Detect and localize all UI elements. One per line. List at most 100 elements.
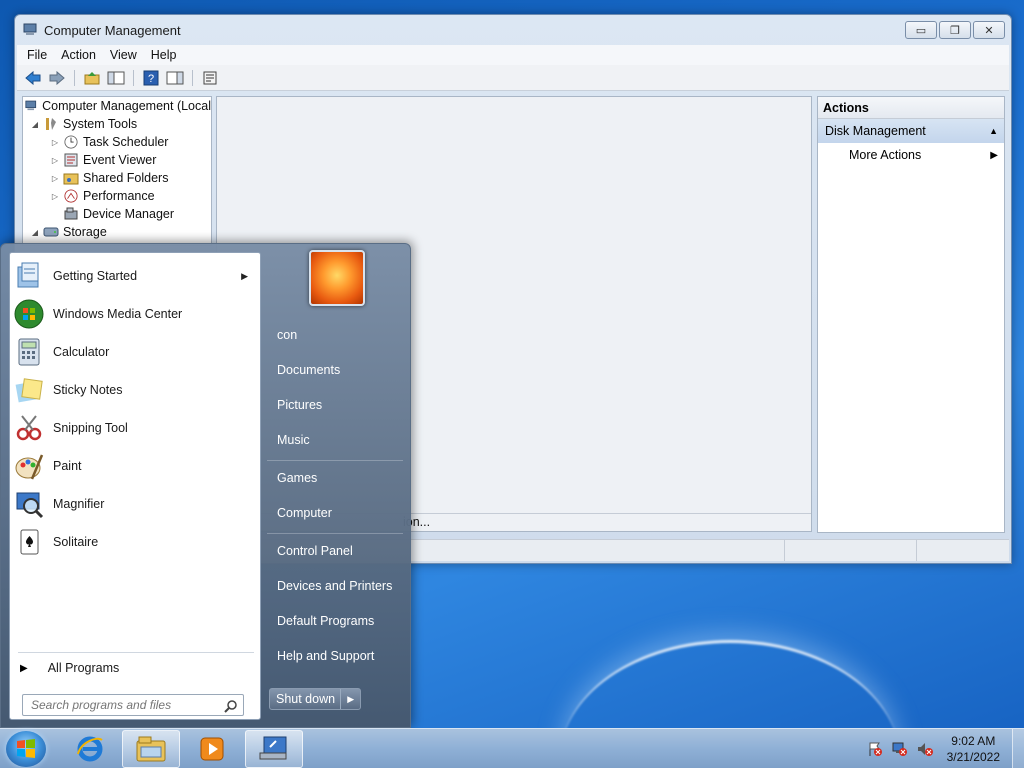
shutdown-options-arrow-icon[interactable]: ▶ [340, 689, 360, 709]
program-label: Snipping Tool [53, 421, 128, 435]
menu-help[interactable]: Help [151, 48, 177, 62]
program-label: Magnifier [53, 497, 105, 511]
divider [18, 652, 254, 653]
place-control-panel[interactable]: Control Panel [277, 538, 353, 564]
tree-label: Device Manager [83, 207, 175, 221]
close-button[interactable]: ✕ [973, 21, 1005, 39]
back-button[interactable] [23, 69, 43, 87]
taskbar-windows-explorer[interactable] [122, 730, 180, 768]
start-menu-places-panel: con Documents Pictures Music Games Compu… [263, 244, 411, 729]
window-title: Computer Management [44, 22, 181, 38]
svg-text:?: ? [148, 73, 154, 85]
minimize-icon: ▭ [915, 24, 927, 37]
start-button[interactable] [6, 731, 46, 767]
help-icon: ? [143, 70, 159, 85]
getting-started-icon [13, 260, 45, 292]
properties-button[interactable] [200, 69, 220, 87]
tree-item-performance[interactable]: ▷ Performance [23, 187, 211, 205]
start-menu-programs-panel: Getting Started ▶ Windows Media Center C… [9, 252, 261, 720]
expand-arrow-icon[interactable]: ▷ [49, 156, 61, 165]
divider [267, 460, 403, 461]
calculator-icon [13, 336, 45, 368]
expand-arrow-icon[interactable]: ▷ [49, 138, 61, 147]
event-viewer-icon [64, 153, 78, 167]
divider [267, 533, 403, 534]
place-devices-and-printers[interactable]: Devices and Printers [277, 573, 392, 599]
up-level-button[interactable] [82, 69, 102, 87]
action-pane-icon [166, 71, 184, 84]
tree-item-shared-folders[interactable]: ▷ Shared Folders [23, 169, 211, 187]
expand-arrow-icon[interactable]: ▷ [49, 174, 61, 183]
forward-button[interactable] [47, 69, 67, 87]
program-label: Paint [53, 459, 82, 473]
tree-item-system-tools[interactable]: ◢ System Tools [23, 115, 211, 133]
taskbar-computer-management[interactable] [245, 730, 303, 768]
show-desktop-button[interactable] [1012, 729, 1024, 768]
tree-label: Computer Management (Local [42, 99, 211, 113]
tree-item-device-manager[interactable]: Device Manager [23, 205, 211, 223]
place-documents[interactable]: Documents [277, 357, 340, 383]
program-windows-media-center[interactable]: Windows Media Center [10, 295, 260, 333]
network-icon[interactable] [892, 741, 908, 757]
place-music[interactable]: Music [277, 427, 310, 453]
program-magnifier[interactable]: Magnifier [10, 485, 260, 523]
more-actions-item[interactable]: More Actions ▶ [818, 143, 1004, 167]
place-computer[interactable]: Computer [277, 500, 332, 526]
title-bar[interactable]: Computer Management [15, 15, 1011, 45]
minimize-button[interactable]: ▭ [905, 21, 937, 39]
more-actions-label: More Actions [849, 148, 922, 162]
place-help-and-support[interactable]: Help and Support [277, 643, 374, 669]
taskbar-media-player[interactable] [183, 730, 241, 768]
program-snipping-tool[interactable]: Snipping Tool [10, 409, 260, 447]
program-label: Solitaire [53, 535, 99, 549]
action-center-flag-icon[interactable] [867, 741, 883, 757]
maximize-icon: ❐ [950, 24, 960, 37]
program-sticky-notes[interactable]: Sticky Notes [10, 371, 260, 409]
shutdown-button[interactable]: Shut down [270, 692, 340, 706]
media-player-icon [200, 737, 224, 761]
search-icon[interactable] [224, 699, 238, 713]
internet-explorer-icon [77, 736, 103, 762]
actions-section-disk-management[interactable]: Disk Management ▲ [818, 119, 1004, 143]
expand-arrow-icon[interactable]: ▷ [49, 192, 61, 201]
help-button[interactable]: ? [141, 69, 161, 87]
collapse-arrow-icon[interactable]: ◢ [29, 228, 41, 237]
collapse-arrow-icon[interactable]: ◢ [29, 120, 41, 129]
tree-item-task-scheduler[interactable]: ▷ Task Scheduler [23, 133, 211, 151]
all-programs-button[interactable]: ▶ All Programs [20, 657, 119, 679]
submenu-arrow-icon[interactable]: ▶ [241, 271, 248, 282]
user-picture-flower[interactable] [309, 250, 365, 306]
tree-label: Performance [83, 189, 155, 203]
search-input[interactable] [22, 694, 244, 716]
collapse-up-icon[interactable]: ▲ [989, 126, 998, 136]
place-games[interactable]: Games [277, 465, 317, 491]
volume-icon[interactable] [917, 741, 933, 757]
program-label: Getting Started [53, 269, 138, 283]
tree-item-computer-management[interactable]: Computer Management (Local [23, 97, 211, 115]
system-clock[interactable]: 9:02 AM 3/21/2022 [947, 733, 1000, 765]
program-calculator[interactable]: Calculator [10, 333, 260, 371]
tree-item-storage[interactable]: ◢ Storage [23, 223, 211, 241]
program-solitaire[interactable]: Solitaire [10, 523, 260, 561]
program-getting-started[interactable]: Getting Started ▶ [10, 257, 260, 295]
windows-logo-icon [17, 739, 35, 758]
taskbar-internet-explorer[interactable] [61, 730, 119, 768]
performance-icon [64, 189, 78, 203]
folder-up-icon [84, 71, 100, 84]
tree-label: Task Scheduler [83, 135, 169, 149]
menu-file[interactable]: File [27, 48, 47, 62]
place-default-programs[interactable]: Default Programs [277, 608, 374, 634]
show-hide-tree-button[interactable] [106, 69, 126, 87]
toolbar-separator [192, 69, 193, 86]
snipping-tool-icon [13, 412, 45, 444]
program-paint[interactable]: Paint [10, 447, 260, 485]
place-pictures[interactable]: Pictures [277, 392, 322, 418]
console-tree: Computer Management (Local ◢ System Tool… [22, 96, 212, 246]
shared-folder-icon [63, 173, 79, 185]
menu-action[interactable]: Action [61, 48, 96, 62]
menu-view[interactable]: View [110, 48, 137, 62]
place-user[interactable]: con [277, 322, 297, 348]
tree-item-event-viewer[interactable]: ▷ Event Viewer [23, 151, 211, 169]
maximize-button[interactable]: ❐ [939, 21, 971, 39]
show-hide-action-pane-button[interactable] [165, 69, 185, 87]
